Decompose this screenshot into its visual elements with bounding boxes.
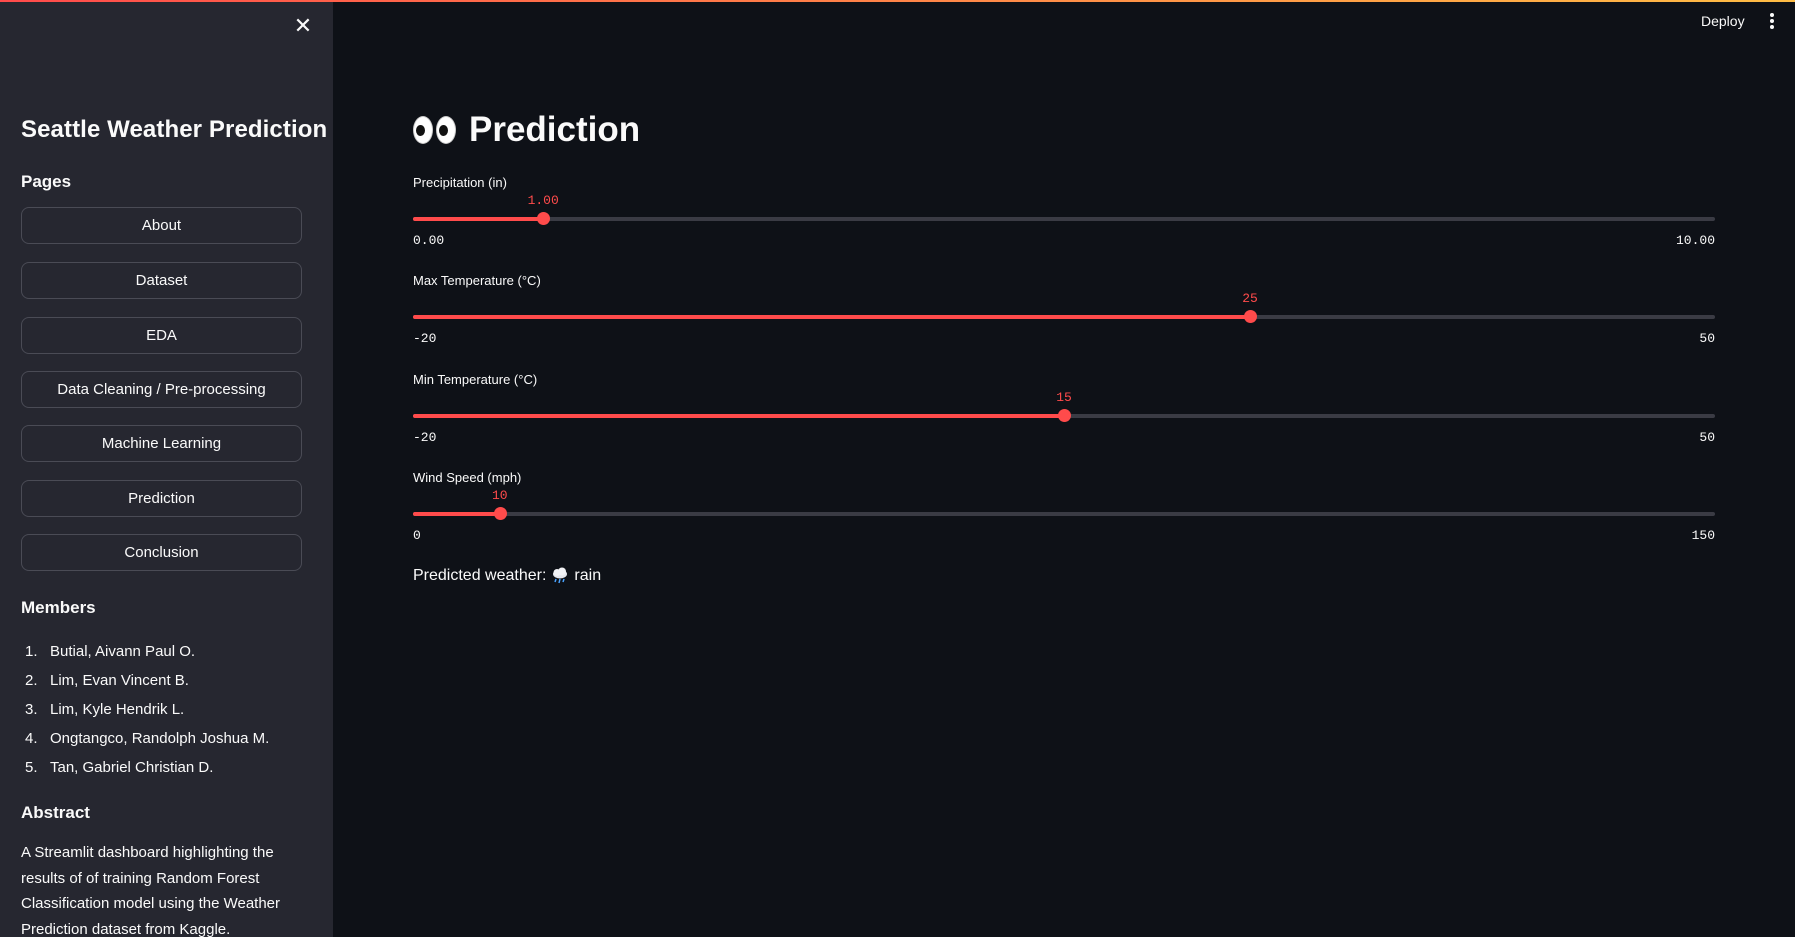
slider-thumb[interactable] bbox=[537, 212, 551, 225]
prediction-label: Predicted weather: bbox=[413, 567, 547, 584]
member-number: 2. bbox=[25, 672, 38, 689]
slider-max-temperature[interactable]: 25 -20 50 bbox=[413, 291, 1715, 346]
member-number: 1. bbox=[25, 643, 38, 660]
page-title-text: Prediction bbox=[469, 110, 641, 149]
slider-fill bbox=[413, 315, 1250, 319]
nav-button-about[interactable]: About bbox=[21, 207, 302, 244]
slider-thumb[interactable] bbox=[1058, 409, 1071, 422]
top-accent-bar bbox=[0, 0, 1795, 2]
sidebar: ✕ Seattle Weather Prediction Pages About… bbox=[0, 0, 333, 937]
nav-button-data-cleaning[interactable]: Data Cleaning / Pre-processing bbox=[21, 371, 302, 408]
member-number: 3. bbox=[25, 701, 38, 718]
slider-thumb[interactable] bbox=[493, 507, 507, 520]
member-item: 5. Tan, Gabriel Christian D. bbox=[21, 753, 321, 782]
deploy-button[interactable]: Deploy bbox=[1701, 13, 1745, 29]
slider-max: 50 bbox=[1699, 331, 1715, 346]
slider-fill bbox=[413, 217, 544, 221]
nav-button-eda[interactable]: EDA bbox=[21, 317, 302, 354]
member-name: Tan, Gabriel Christian D. bbox=[50, 759, 214, 776]
member-name: Butial, Aivann Paul O. bbox=[50, 643, 196, 660]
member-item: 2. Lim, Evan Vincent B. bbox=[21, 666, 321, 695]
slider-fill bbox=[413, 512, 500, 516]
member-number: 5. bbox=[25, 759, 38, 776]
slider-min: 0.00 bbox=[413, 233, 445, 248]
slider-value: 25 bbox=[1242, 291, 1258, 306]
slider-label-wind-speed: Wind Speed (mph) bbox=[413, 470, 522, 485]
slider-max: 10.00 bbox=[1675, 233, 1715, 248]
slider-max: 150 bbox=[1691, 528, 1715, 543]
member-item: 4. Ongtangco, Randolph Joshua M. bbox=[21, 724, 321, 753]
slider-wind-speed[interactable]: 10 0 150 bbox=[413, 488, 1715, 543]
slider-value: 15 bbox=[1056, 390, 1072, 405]
slider-min-temperature[interactable]: 15 -20 50 bbox=[413, 390, 1715, 445]
slider-fill bbox=[413, 414, 1064, 418]
page-title: Prediction bbox=[413, 110, 640, 150]
slider-label-max-temperature: Max Temperature (°C) bbox=[413, 273, 541, 288]
slider-min: 0 bbox=[413, 528, 421, 543]
member-item: 3. Lim, Kyle Hendrik L. bbox=[21, 695, 321, 724]
member-item: 1. Butial, Aivann Paul O. bbox=[21, 637, 321, 666]
member-name: Lim, Kyle Hendrik L. bbox=[50, 701, 185, 718]
abstract-heading: Abstract bbox=[21, 803, 90, 822]
nav-button-dataset[interactable]: Dataset bbox=[21, 262, 302, 299]
slider-value: 1.00 bbox=[527, 193, 559, 208]
slider-value: 10 bbox=[491, 488, 508, 503]
slider-thumb[interactable] bbox=[1244, 310, 1257, 323]
slider-max: 50 bbox=[1699, 430, 1715, 445]
prediction-value: rain bbox=[574, 567, 602, 584]
slider-min: -20 bbox=[413, 331, 437, 346]
member-name: Lim, Evan Vincent B. bbox=[50, 672, 189, 689]
nav-button-prediction[interactable]: Prediction bbox=[21, 480, 302, 517]
kebab-menu-icon[interactable] bbox=[1764, 13, 1780, 31]
close-sidebar-button[interactable]: ✕ bbox=[291, 14, 315, 38]
eyes-emoji-icon bbox=[413, 116, 459, 144]
sidebar-title: Seattle Weather Prediction bbox=[21, 116, 328, 143]
members-list: 1. Butial, Aivann Paul O. 2. Lim, Evan V… bbox=[21, 637, 321, 782]
member-number: 4. bbox=[25, 730, 38, 747]
abstract-text: A Streamlit dashboard highlighting the r… bbox=[21, 844, 281, 937]
members-heading: Members bbox=[21, 598, 96, 617]
close-icon: ✕ bbox=[293, 13, 313, 38]
member-name: Ongtangco, Randolph Joshua M. bbox=[50, 730, 270, 747]
nav-button-machine-learning[interactable]: Machine Learning bbox=[21, 425, 302, 462]
prediction-result: Predicted weather: rain bbox=[413, 566, 601, 586]
slider-precipitation[interactable]: 1.00 0.00 10.00 bbox=[413, 193, 1715, 248]
rain-cloud-icon bbox=[553, 567, 568, 584]
nav-button-conclusion[interactable]: Conclusion bbox=[21, 534, 302, 571]
slider-min: -20 bbox=[413, 430, 437, 445]
slider-label-precipitation: Precipitation (in) bbox=[413, 175, 507, 190]
pages-heading: Pages bbox=[21, 172, 72, 191]
slider-label-min-temperature: Min Temperature (°C) bbox=[413, 372, 538, 387]
